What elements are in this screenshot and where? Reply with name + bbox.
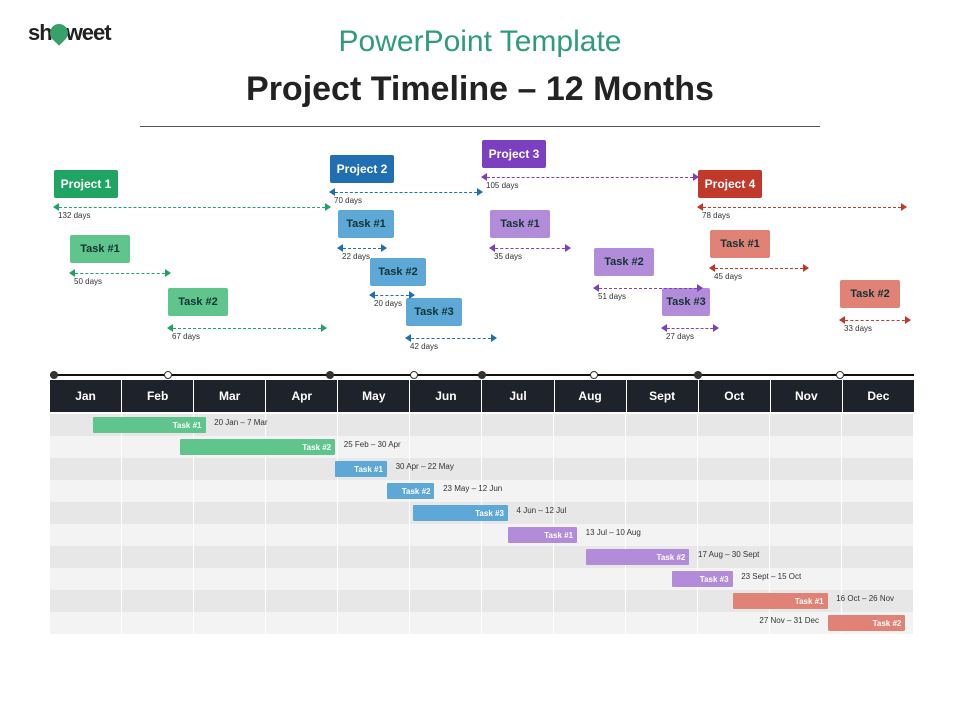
month-header: Dec [843,380,914,412]
divider [140,126,820,127]
duration-label: 67 days [172,332,200,341]
gantt-range-label: 20 Jan – 7 Mar [214,418,267,432]
gantt-row: Task #2 27 Nov – 31 Dec [50,612,914,634]
gantt-grid: Task #1 20 Jan – 7 Mar Task #2 25 Feb – 30 … [50,414,914,634]
duration-label: 35 days [494,252,522,261]
task-block: Task #2 [370,258,426,286]
page-title: Project Timeline – 12 Months [0,70,960,109]
gantt-row: Task #3 23 Sept – 15 Oct [50,568,914,590]
gantt-range-label: 17 Aug – 30 Sept [698,550,759,564]
milestone-dot [478,371,486,379]
gantt-bar: Task #1 [335,461,387,477]
project-block: Project 4 [698,170,762,198]
duration-label: 33 days [844,324,872,333]
duration-label: 42 days [410,342,438,351]
gantt-range-label: 23 May – 12 Jun [443,484,502,498]
gantt-row: Task #3 4 Jun – 12 Jul [50,502,914,524]
duration-arrow [54,202,330,214]
milestone-dot [164,371,172,379]
gantt-range-label: 4 Jun – 12 Jul [517,506,567,520]
month-axis: JanFebMarAprMayJunJulAugSeptOctNovDec [50,380,914,412]
month-header: Feb [122,380,194,412]
gantt-range-label: 23 Sept – 15 Oct [741,572,801,586]
task-block: Task #2 [840,280,900,308]
gantt-bar: Task #2 [180,439,336,455]
template-heading: PowerPoint Template [0,25,960,59]
duration-label: 78 days [702,211,730,220]
month-header: Aug [555,380,627,412]
gantt-row: Task #2 25 Feb – 30 Apr [50,436,914,458]
gantt-bar: Task #2 [828,615,906,631]
gantt-row: Task #1 30 Apr – 22 May [50,458,914,480]
month-header: Sept [627,380,699,412]
duration-label: 51 days [598,292,626,301]
duration-label: 70 days [334,196,362,205]
timeline-chart: Project 1 Project 2 Project 3 Project 4 132 … [50,140,914,375]
month-header: Jul [482,380,554,412]
task-block: Task #1 [710,230,770,258]
gantt-bar: Task #2 [387,483,435,499]
month-header: Jun [410,380,482,412]
gantt-bar: Task #3 [672,571,732,587]
duration-label: 105 days [486,181,518,190]
month-header: Nov [771,380,843,412]
task-block: Task #2 [168,288,228,316]
gantt-bar: Task #3 [413,505,508,521]
milestone-dot [410,371,418,379]
gantt-bar: Task #1 [733,593,828,609]
task-block: Task #1 [490,210,550,238]
milestone-dot [50,371,58,379]
task-block: Task #1 [338,210,394,238]
duration-label: 22 days [342,252,370,261]
gantt-range-label: 30 Apr – 22 May [396,462,454,476]
gantt-range-label: 27 Nov – 31 Dec [759,616,819,630]
gantt-bar: Task #1 [508,527,577,543]
gantt-row: Task #1 13 Jul – 10 Aug [50,524,914,546]
duration-label: 50 days [74,277,102,286]
gantt-row: Task #1 20 Jan – 7 Mar [50,414,914,436]
month-header: May [338,380,410,412]
project-block: Project 3 [482,140,546,168]
gantt-bar: Task #1 [93,417,205,433]
duration-label: 20 days [374,299,402,308]
month-header: Jan [50,380,122,412]
month-header: Oct [699,380,771,412]
gantt-range-label: 25 Feb – 30 Apr [344,440,401,454]
gantt-row: Task #2 23 May – 12 Jun [50,480,914,502]
task-block: Task #3 [406,298,462,326]
task-block: Task #1 [70,235,130,263]
gantt-row: Task #1 16 Oct – 26 Nov [50,590,914,612]
duration-label: 45 days [714,272,742,281]
milestone-dot [590,371,598,379]
duration-label: 27 days [666,332,694,341]
project-block: Project 1 [54,170,118,198]
month-header: Apr [266,380,338,412]
month-header: Mar [194,380,266,412]
task-block: Task #2 [594,248,654,276]
gantt-range-label: 16 Oct – 26 Nov [836,594,894,608]
gantt-range-label: 13 Jul – 10 Aug [586,528,641,542]
milestone-dot [694,371,702,379]
gantt-bar: Task #2 [586,549,690,565]
milestone-dot [836,371,844,379]
duration-label: 132 days [58,211,90,220]
project-block: Project 2 [330,155,394,183]
gantt-row: Task #2 17 Aug – 30 Sept [50,546,914,568]
milestone-dot [326,371,334,379]
